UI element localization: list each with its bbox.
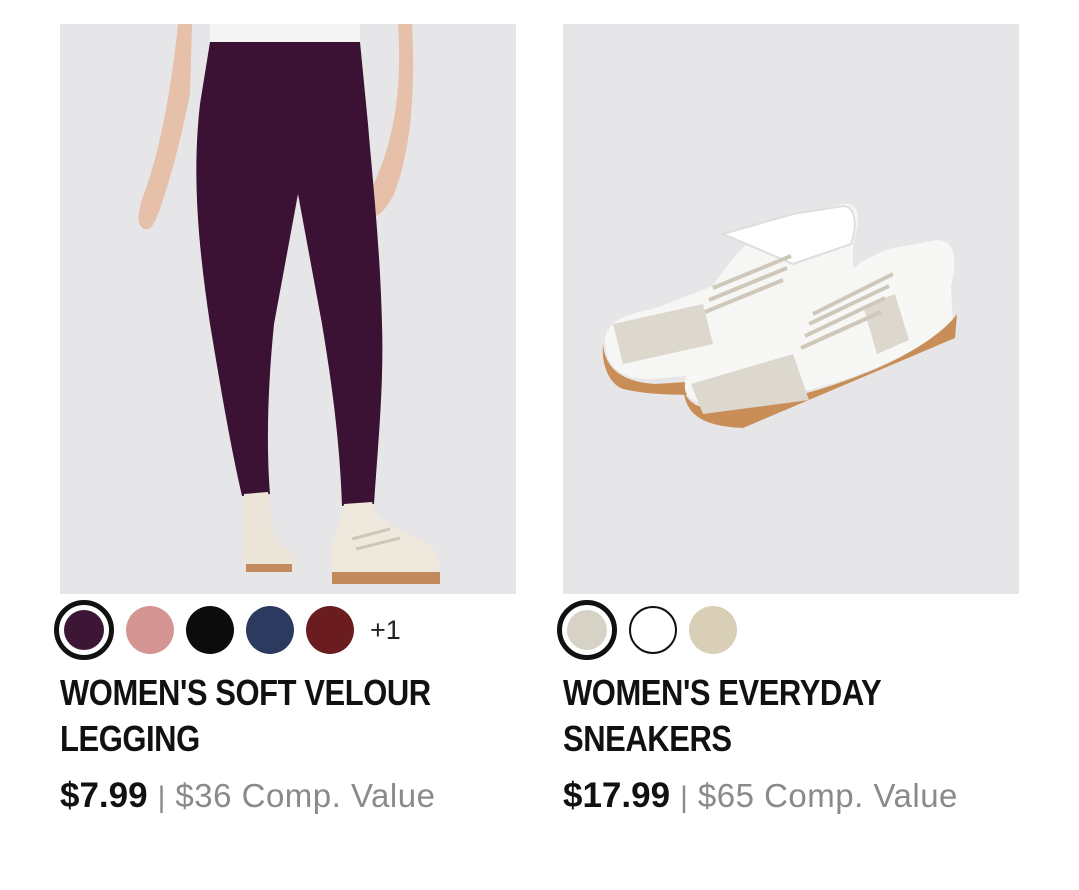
product-card-sneakers[interactable]: WOMEN'S EVERYDAY SNEAKERS $17.99 | $65 C… bbox=[557, 24, 1019, 816]
more-colors-link[interactable]: +1 bbox=[370, 615, 401, 646]
color-swatch-black[interactable] bbox=[186, 606, 234, 654]
swatch-fill bbox=[64, 610, 104, 650]
price-row-sneakers: $17.99 | $65 Comp. Value bbox=[563, 776, 1019, 816]
price-separator: | bbox=[157, 781, 166, 814]
legging-model-photo bbox=[60, 24, 516, 594]
swatch-fill bbox=[567, 610, 607, 650]
product-title-legging[interactable]: WOMEN'S SOFT VELOUR LEGGING bbox=[60, 670, 507, 762]
comp-value: $36 Comp. Value bbox=[175, 777, 436, 814]
color-swatch-stone[interactable] bbox=[557, 600, 617, 660]
product-image-sneakers[interactable] bbox=[563, 24, 1019, 594]
product-title-sneakers[interactable]: WOMEN'S EVERYDAY SNEAKERS bbox=[563, 670, 1010, 762]
product-card-legging[interactable]: +1 WOMEN'S SOFT VELOUR LEGGING $7.99 | $… bbox=[54, 24, 516, 816]
sneakers-photo bbox=[563, 24, 1019, 594]
color-swatch-beige[interactable] bbox=[689, 606, 737, 654]
color-swatch-burgundy[interactable] bbox=[306, 606, 354, 654]
color-swatch-navy[interactable] bbox=[246, 606, 294, 654]
color-swatch-white[interactable] bbox=[629, 606, 677, 654]
color-swatches-legging: +1 bbox=[54, 600, 516, 660]
color-swatch-plum[interactable] bbox=[54, 600, 114, 660]
price-row-legging: $7.99 | $36 Comp. Value bbox=[60, 776, 516, 816]
sale-price: $7.99 bbox=[60, 776, 148, 815]
sale-price: $17.99 bbox=[563, 776, 671, 815]
color-swatches-sneakers bbox=[557, 600, 1019, 660]
comp-value: $65 Comp. Value bbox=[697, 777, 958, 814]
product-image-legging[interactable] bbox=[60, 24, 516, 594]
price-separator: | bbox=[680, 781, 688, 814]
color-swatch-pink[interactable] bbox=[126, 606, 174, 654]
